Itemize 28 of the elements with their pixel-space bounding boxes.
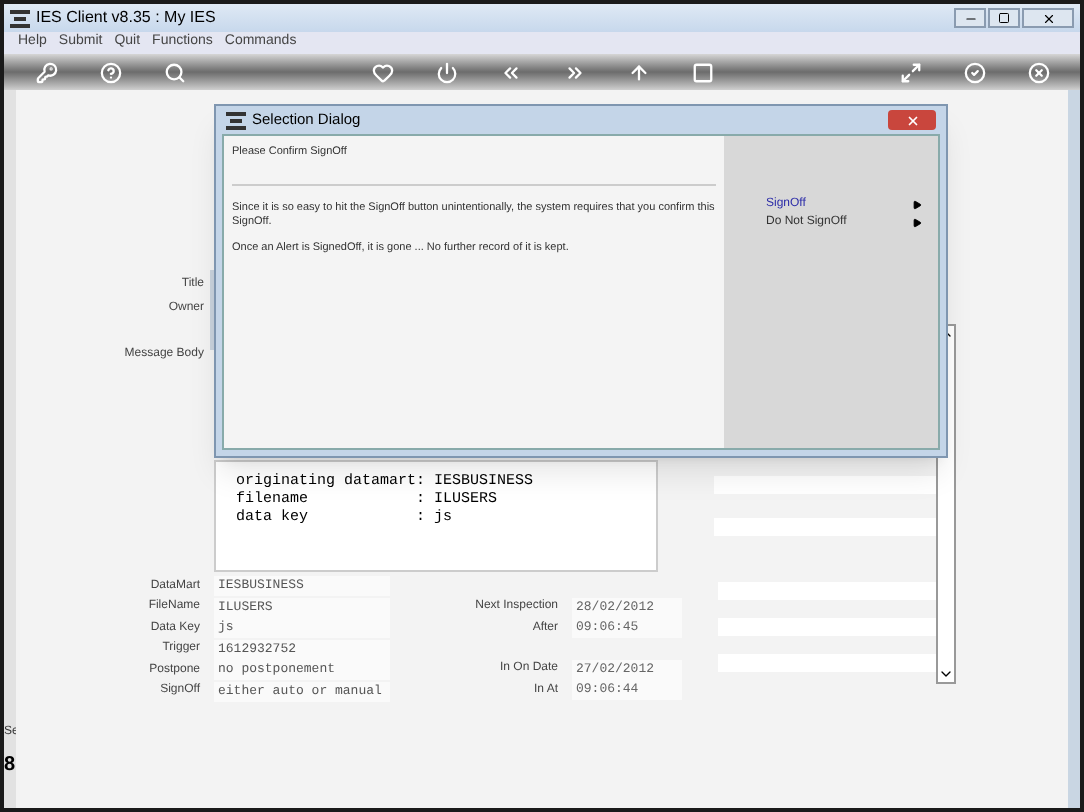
close-icon — [905, 113, 919, 127]
power-icon — [435, 61, 457, 83]
double-chevron-right-icon — [563, 61, 585, 83]
empty-field[interactable] — [714, 518, 938, 536]
empty-field[interactable] — [714, 476, 938, 494]
search-icon — [163, 61, 185, 83]
app-icon — [10, 9, 30, 27]
help-icon — [99, 61, 121, 83]
maximize-button[interactable] — [988, 8, 1020, 28]
close-icon — [1041, 11, 1055, 25]
close-icon — [1027, 61, 1049, 83]
dialog-close-button[interactable] — [888, 110, 936, 130]
double-chevron-left-icon — [499, 61, 521, 83]
heart-icon — [371, 61, 393, 83]
expand-icon — [899, 61, 921, 83]
window-title: IES Client v8.35 : My IES — [36, 6, 216, 30]
check-icon — [963, 61, 985, 83]
square-icon — [691, 61, 713, 83]
minimize-button[interactable] — [954, 8, 986, 28]
app-icon — [226, 111, 246, 129]
empty-field[interactable] — [718, 654, 942, 672]
maximize-icon — [998, 12, 1010, 24]
scroll-down-icon — [938, 666, 954, 682]
up-arrow-icon — [627, 61, 649, 83]
empty-field[interactable] — [718, 582, 942, 600]
key-icon — [35, 61, 57, 83]
side-tab-label[interactable]: 8 — [4, 750, 16, 780]
empty-field[interactable] — [718, 618, 942, 636]
